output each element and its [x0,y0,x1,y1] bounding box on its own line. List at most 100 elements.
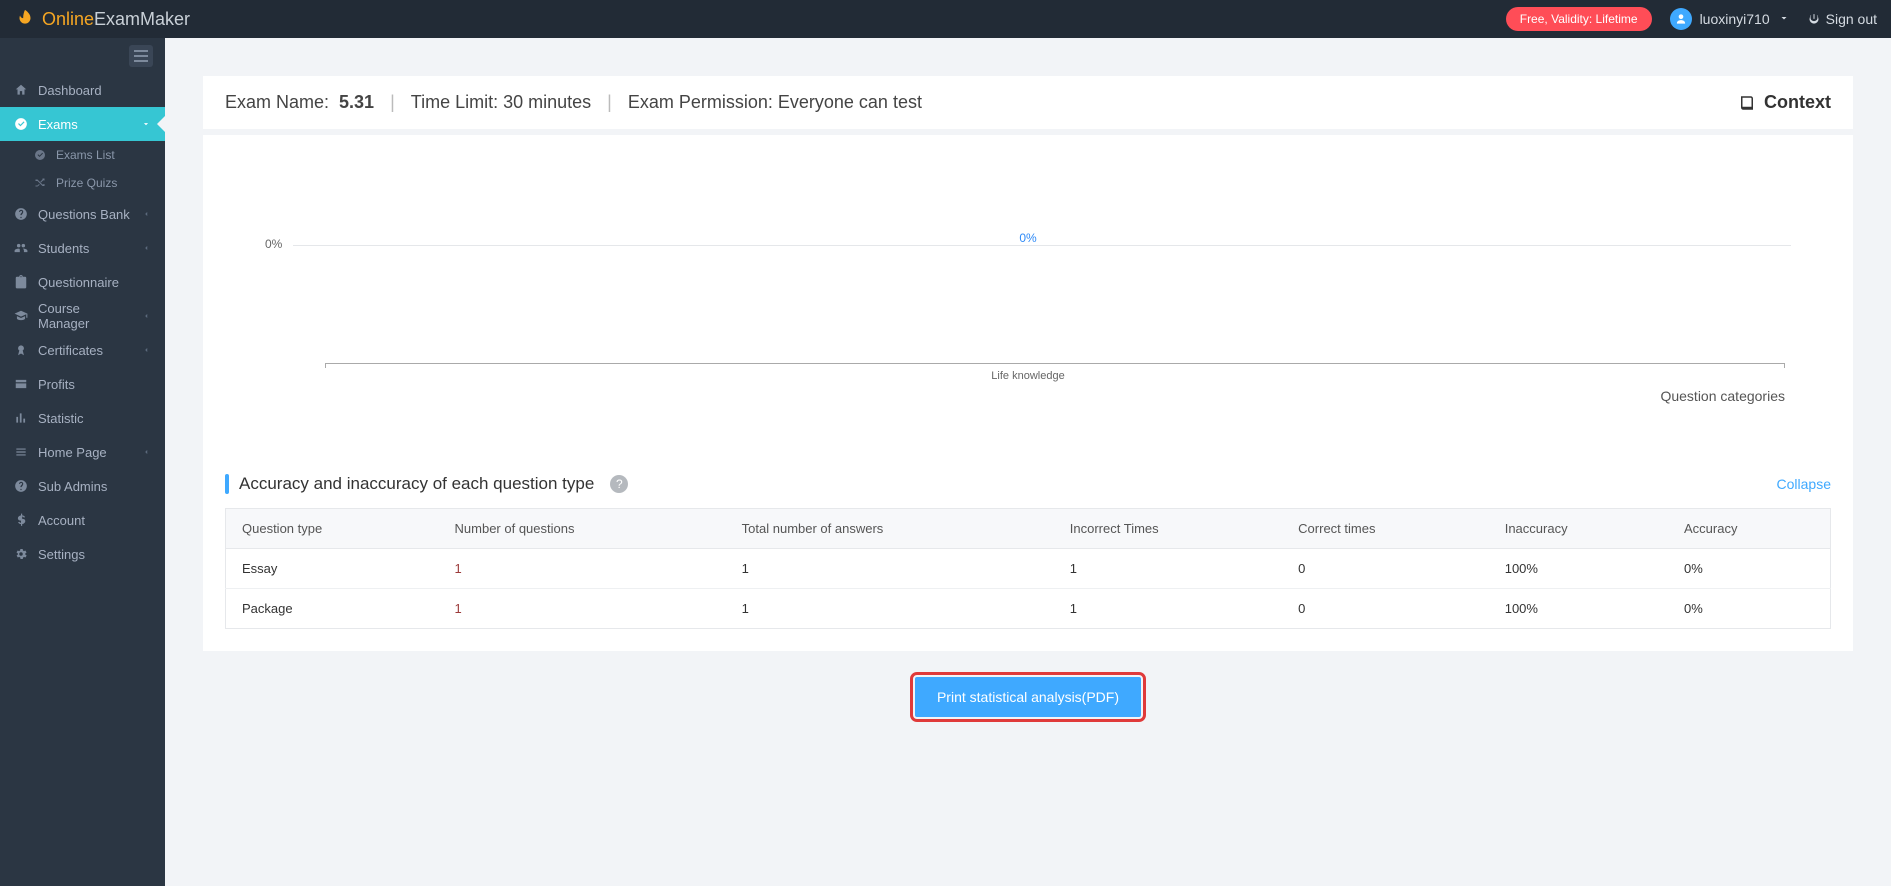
exam-header: Exam Name: 5.31 | Time Limit: 30 minutes… [203,76,1853,129]
cell-accuracy: 0% [1668,549,1831,589]
chart-bar-value-0: 0% [1019,231,1036,245]
menu-icon [129,45,153,67]
question-icon [14,207,28,221]
sidebar: Dashboard Exams Exams List Prize Quizs Q… [0,38,165,886]
chevron-left-icon [141,445,151,460]
table-row: Package 1 1 1 0 100% 0% [226,589,1831,629]
sidebar-subitem-exams-list[interactable]: Exams List [0,141,165,169]
avatar-icon [1670,8,1692,30]
sidebar-label-certificates: Certificates [38,343,103,358]
signout-label: Sign out [1826,11,1877,27]
context-label: Context [1764,92,1831,113]
separator: | [601,92,618,113]
sidebar-item-dashboard[interactable]: Dashboard [0,73,165,107]
section-accent-bar [225,474,229,494]
sidebar-label-exams: Exams [38,117,78,132]
sidebar-item-exams[interactable]: Exams [0,107,165,141]
power-icon [1808,13,1820,25]
exam-name-label: Exam Name: [225,92,329,113]
list-icon [14,445,28,459]
gear-icon [14,547,28,561]
help-icon[interactable]: ? [610,475,628,493]
sidebar-item-statistic[interactable]: Statistic [0,401,165,435]
logo-icon [14,8,36,30]
separator: | [384,92,401,113]
sidebar-sublabel-prize-quizs: Prize Quizs [56,176,117,190]
cell-answers: 1 [726,589,1054,629]
sidebar-item-questions-bank[interactable]: Questions Bank [0,197,165,231]
chevron-left-icon [141,207,151,222]
sidebar-label-profits: Profits [38,377,75,392]
user-menu[interactable]: luoxinyi710 [1670,8,1790,30]
table-row: Essay 1 1 1 0 100% 0% [226,549,1831,589]
sidebar-label-dashboard: Dashboard [38,83,102,98]
sidebar-label-questions-bank: Questions Bank [38,207,130,222]
sidebar-item-sub-admins[interactable]: Sub Admins [0,469,165,503]
cell-nq[interactable]: 1 [439,549,726,589]
sidebar-item-certificates[interactable]: Certificates [0,333,165,367]
sidebar-item-settings[interactable]: Settings [0,537,165,571]
graduation-icon [14,309,28,323]
sidebar-label-students: Students [38,241,89,256]
cell-correct: 0 [1282,549,1489,589]
section-title: Accuracy and inaccuracy of each question… [239,474,594,494]
th-total-answers: Total number of answers [726,509,1054,549]
chart-ytick-0: 0% [265,237,282,251]
table-header-row: Question type Number of questions Total … [226,509,1831,549]
exam-name-value: 5.31 [339,92,374,113]
brand-logo[interactable]: OnlineExamMaker [14,8,190,30]
chart-xtick [1784,363,1785,368]
content-card: 0% 0% Life knowledge Question categories [203,135,1853,651]
users-icon [14,241,28,255]
sidebar-item-course-manager[interactable]: Course Manager [0,299,165,333]
cell-accuracy: 0% [1668,589,1831,629]
brand-text-right: ExamMaker [94,9,190,29]
home-icon [14,83,28,97]
th-number-questions: Number of questions [439,509,726,549]
cell-correct: 0 [1282,589,1489,629]
th-accuracy: Accuracy [1668,509,1831,549]
chart-area: 0% 0% Life knowledge Question categories [225,135,1831,414]
signout-button[interactable]: Sign out [1808,11,1877,27]
plan-badge[interactable]: Free, Validity: Lifetime [1506,7,1652,31]
brand-text-left: Online [42,9,94,29]
sidebar-label-statistic: Statistic [38,411,84,426]
sidebar-item-students[interactable]: Students [0,231,165,265]
certificate-icon [14,343,28,357]
th-question-type: Question type [226,509,439,549]
context-button[interactable]: Context [1738,92,1831,113]
cell-answers: 1 [726,549,1054,589]
sidebar-item-profits[interactable]: Profits [0,367,165,401]
print-pdf-button[interactable]: Print statistical analysis(PDF) [915,677,1141,717]
th-incorrect-times: Incorrect Times [1054,509,1282,549]
cell-type: Essay [226,549,439,589]
sidebar-subitem-prize-quizs[interactable]: Prize Quizs [0,169,165,197]
book-icon [1738,94,1756,112]
chart-xlabel: Question categories [265,380,1791,404]
cell-incorrect: 1 [1054,589,1282,629]
sidebar-collapse-button[interactable] [0,38,165,73]
accuracy-section: Accuracy and inaccuracy of each question… [225,474,1831,629]
sidebar-label-settings: Settings [38,547,85,562]
chart-category-0: Life knowledge [991,370,1064,382]
cell-nq[interactable]: 1 [439,589,726,629]
exam-permission: Exam Permission: Everyone can test [628,92,922,113]
sidebar-label-account: Account [38,513,85,528]
sidebar-item-home-page[interactable]: Home Page [0,435,165,469]
clipboard-icon [14,275,28,289]
sidebar-item-questionnaire[interactable]: Questionnaire [0,265,165,299]
check-circle-icon [14,117,28,131]
cell-inaccuracy: 100% [1489,549,1668,589]
shuffle-icon [34,177,46,189]
bar-chart-icon [14,411,28,425]
chevron-left-icon [141,241,151,256]
chevron-left-icon [141,343,151,358]
th-inaccuracy: Inaccuracy [1489,509,1668,549]
check-circle-icon [34,149,46,161]
sidebar-item-account[interactable]: Account [0,503,165,537]
card-icon [14,377,28,391]
chevron-down-icon [141,117,151,132]
collapse-link[interactable]: Collapse [1777,476,1831,492]
chart-xaxis [325,363,1785,364]
username: luoxinyi710 [1700,11,1770,27]
